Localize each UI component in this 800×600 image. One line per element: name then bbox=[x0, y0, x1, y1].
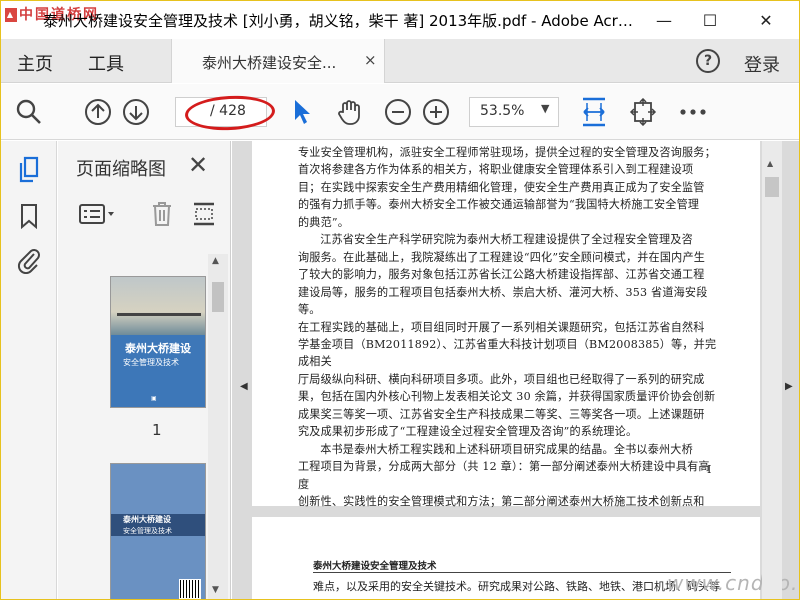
text-line: 果，包括在国内外核心刊物上发表相关论文 30 余篇，并获得国家质量评价协会创新 bbox=[298, 390, 716, 404]
scroll-up-icon[interactable]: ▲ bbox=[212, 256, 219, 266]
rotate-view-icon[interactable] bbox=[629, 98, 657, 126]
zoom-in-icon[interactable] bbox=[422, 98, 450, 126]
close-window-button[interactable]: ✕ bbox=[743, 1, 789, 39]
text-line: 学基金项目（BM2011892）、江苏省重大科技计划项目（BM2008385）等… bbox=[298, 337, 717, 369]
text-line: 在工程实践的基础上，项目组同时开展了一系列相关课题研究，包括江苏省自然科 bbox=[298, 320, 705, 334]
text-line: 专业安全管理机构，派驻安全工程师常驻现场，提供全过程的安全管理及咨询服务； bbox=[298, 146, 716, 159]
text-line: 成果奖三等奖一项、江苏省安全生产科技成果二等奖、三等奖各一项。上述课题研 bbox=[298, 407, 705, 421]
document-tab-label: 泰州大桥建设安全... bbox=[202, 54, 337, 72]
delete-icon[interactable] bbox=[150, 201, 174, 227]
next-page-icon[interactable] bbox=[122, 98, 150, 126]
zoom-value: 53.5% bbox=[480, 103, 525, 119]
thumbnail-page-2[interactable]: 泰州大桥建设 安全管理及技术 bbox=[110, 463, 206, 599]
bridge-deck bbox=[117, 313, 201, 316]
text-line: 难点，以及采用的安全关键技术。研究成果对公路、铁路、地铁、港口机场、码头等 bbox=[313, 580, 720, 593]
collapse-left-icon[interactable]: ◀ bbox=[240, 381, 248, 392]
bridge-photo bbox=[111, 277, 205, 335]
text-line: 目；在实践中探索安全生产费用精细化管理，使安全生产费用真正成为了安全监管 bbox=[298, 180, 705, 194]
text-line: 厅局级纵向科研、横向科研项目多项。此外，项目组也已经取得了一系列的研究成 bbox=[298, 372, 705, 386]
text-line: 询服务。在此基础上，我院凝练出了工程建设“四化”安全顾问模式，并在国内产生 bbox=[298, 250, 706, 264]
select-cursor-icon[interactable] bbox=[288, 98, 316, 126]
close-panel-icon[interactable]: ✕ bbox=[188, 151, 208, 179]
text-line: 建设局等，服务的工程项目包括泰州大桥、崇启大桥、灌河大桥、353 省道海安段等。 bbox=[298, 285, 708, 317]
document-scrollbar[interactable] bbox=[762, 141, 782, 599]
thumbnail-page-number: 1 bbox=[152, 421, 162, 439]
scroll-down-icon[interactable]: ▼ bbox=[212, 585, 219, 595]
cover-title: 泰州大桥建设 bbox=[125, 342, 191, 355]
chevron-down-icon: ▼ bbox=[541, 102, 550, 115]
text-line: 的典范”。 bbox=[298, 215, 350, 229]
text-line: 究及成果初步形成了“工程建设全过程安全管理及咨询”的系统理论。 bbox=[298, 425, 638, 439]
thumbnail-scrollbar[interactable] bbox=[208, 254, 228, 599]
cover-subtitle: 安全管理及技术 bbox=[123, 527, 172, 535]
text-line: 本书是泰州大桥工程实践和上述科研项目研究成果的结晶。全书以泰州大桥 bbox=[320, 442, 693, 456]
publisher-logo: ▣ bbox=[151, 395, 157, 402]
window-title: 泰州大桥建设安全管理及技术 [刘小勇，胡义铭，柴干 著] 2013年版.pdf … bbox=[43, 12, 633, 30]
close-tab-icon[interactable]: × bbox=[364, 51, 377, 69]
cover-subtitle: 安全管理及技术 bbox=[123, 358, 179, 367]
text-line: 工程项目为背景，分成两大部分（共 12 章）：第一部分阐述泰州大桥建设中具有高度 bbox=[298, 460, 710, 491]
app-window: ▲ 中国道桥网 泰州大桥建设安全管理及技术 [刘小勇，胡义铭，柴干 著] 2013… bbox=[0, 0, 800, 600]
attachment-icon[interactable] bbox=[14, 245, 44, 275]
tab-tools[interactable]: 工具 bbox=[88, 50, 124, 76]
text-line: 的强有力抓手等。泰州大桥安全工作被交通运输部誉为“我国特大桥施工安全管理 bbox=[298, 198, 700, 212]
login-button[interactable]: 登录 bbox=[744, 51, 780, 77]
page-thumbnails-icon[interactable] bbox=[14, 155, 44, 185]
thumbnail-options-icon[interactable] bbox=[78, 201, 116, 227]
page-footer-number: I bbox=[707, 463, 712, 476]
navigation-rail bbox=[1, 141, 57, 599]
hand-tool-icon[interactable] bbox=[335, 98, 363, 126]
zoom-out-icon[interactable] bbox=[384, 98, 412, 126]
document-tab[interactable]: 泰州大桥建设安全... × bbox=[171, 39, 385, 83]
scroll-up-icon[interactable]: ▲ bbox=[767, 159, 773, 168]
scrollbar-thumb[interactable] bbox=[212, 282, 224, 312]
fit-width-icon[interactable] bbox=[581, 94, 607, 130]
text-line: 首次将参建各方作为体系的相关方，将职业健康安全管理体系引入到工程建设项 bbox=[298, 163, 694, 177]
search-icon[interactable] bbox=[15, 98, 43, 126]
panel-title: 页面缩略图 bbox=[76, 159, 166, 180]
page-body-text: 专业安全管理机构，派驻安全工程师常驻现场，提供全过程的安全管理及咨询服务； 首次… bbox=[298, 144, 718, 511]
pdf-icon: ▲ bbox=[5, 8, 17, 22]
zoom-select[interactable]: 53.5% ▼ bbox=[469, 97, 559, 127]
barcode bbox=[179, 579, 201, 599]
text-line: 创新性、实践性的安全管理模式和方法；第二部分阐述泰州大桥施工技术创新点和 bbox=[298, 495, 705, 509]
minimize-button[interactable]: — bbox=[641, 1, 687, 39]
tab-home[interactable]: 主页 bbox=[17, 50, 53, 76]
scrollbar-thumb[interactable] bbox=[765, 177, 779, 197]
extract-pages-icon[interactable] bbox=[192, 201, 216, 227]
text-line: 江苏省安全生产科学研究院为泰州大桥工程建设提供了全过程安全管理及咨 bbox=[320, 233, 693, 247]
more-options-icon[interactable] bbox=[679, 98, 707, 126]
running-head: 泰州大桥建设安全管理及技术 bbox=[313, 561, 437, 572]
toolbar: / 428 53.5% ▼ bbox=[1, 84, 799, 140]
cover-title: 泰州大桥建设 bbox=[123, 515, 171, 524]
maximize-button[interactable]: ☐ bbox=[687, 1, 733, 39]
previous-page-icon[interactable] bbox=[84, 98, 112, 126]
title-bar: ▲ 中国道桥网 泰州大桥建设安全管理及技术 [刘小勇，胡义铭，柴干 著] 2013… bbox=[1, 1, 799, 39]
thumbnail-panel: 页面缩略图 ✕ ▲ ▼ 泰州大桥建设 安全管理及技术 ▣ 1 泰州大桥建设 安全… bbox=[58, 141, 231, 599]
expand-right-icon[interactable]: ▶ bbox=[785, 381, 793, 392]
bookmark-icon[interactable] bbox=[14, 201, 44, 231]
tab-bar: 主页 工具 泰州大桥建设安全... × ? 登录 bbox=[1, 39, 799, 83]
help-icon[interactable]: ? bbox=[696, 49, 720, 73]
text-line: 了较大的影响力，服务对象包括江苏省长江公路大桥建设指挥部、江苏省交通工程 bbox=[298, 268, 705, 282]
thumbnail-page-1[interactable]: 泰州大桥建设 安全管理及技术 ▣ bbox=[110, 276, 206, 408]
